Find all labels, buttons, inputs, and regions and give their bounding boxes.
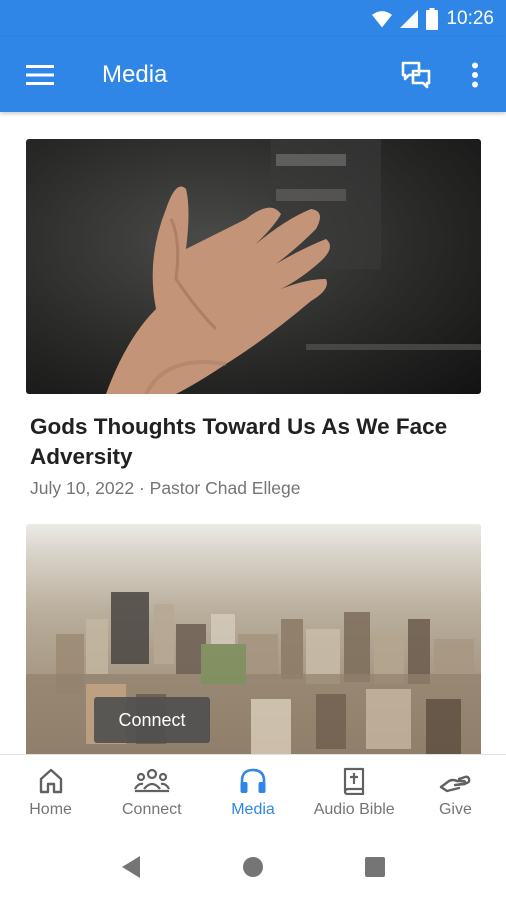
- media-thumbnail: [26, 139, 481, 394]
- media-meta: July 10, 2022 · Pastor Chad Ellege: [30, 478, 301, 498]
- menu-button[interactable]: [0, 37, 80, 112]
- wifi-icon: [372, 10, 393, 27]
- nav-give[interactable]: Give: [405, 755, 506, 834]
- bible-icon: [344, 767, 365, 795]
- back-icon[interactable]: [120, 855, 142, 879]
- status-bar: 10:26: [0, 0, 506, 37]
- recents-icon[interactable]: [364, 856, 386, 878]
- nav-connect-label: Connect: [122, 801, 182, 818]
- chat-button[interactable]: [388, 37, 444, 112]
- nav-give-label: Give: [438, 801, 472, 818]
- snackbar: Connect: [94, 697, 210, 743]
- media-screen: 10:26 Media Gods Thoughts Toward Us As W…: [0, 0, 506, 900]
- open-hand-illustration: [106, 139, 481, 394]
- battery-icon: [426, 7, 439, 30]
- more-options-button[interactable]: [444, 37, 506, 112]
- home-icon: [39, 768, 62, 794]
- media-card[interactable]: Gods Thoughts Toward Us As We Face Adver…: [26, 139, 481, 499]
- status-time: 10:26: [446, 7, 494, 29]
- nav-audio-bible[interactable]: Audio Bible: [304, 755, 405, 834]
- nav-home-label: Home: [29, 801, 72, 818]
- cellular-signal-icon: [400, 9, 419, 28]
- more-vert-icon: [472, 62, 478, 87]
- nav-home[interactable]: Home: [0, 755, 101, 834]
- people-icon: [133, 768, 170, 793]
- media-list[interactable]: Gods Thoughts Toward Us As We Face Adver…: [0, 112, 506, 754]
- hamburger-menu-icon: [26, 64, 54, 85]
- nav-media[interactable]: Media: [202, 755, 303, 834]
- system-navigation-bar: [0, 834, 506, 900]
- nav-audio-bible-label: Audio Bible: [313, 801, 395, 818]
- media-title: Gods Thoughts Toward Us As We Face Adver…: [30, 414, 448, 469]
- nav-connect[interactable]: Connect: [101, 755, 202, 834]
- headphones-icon: [240, 768, 266, 793]
- give-hand-icon: [440, 775, 471, 793]
- nav-media-label: Media: [231, 801, 275, 818]
- page-title: Media: [102, 60, 168, 88]
- chat-icon: [401, 61, 431, 88]
- home-circle-icon[interactable]: [242, 856, 264, 878]
- bottom-navigation: Home Connect Media Audio Bible Give: [0, 754, 506, 834]
- app-bar: Media: [0, 37, 506, 112]
